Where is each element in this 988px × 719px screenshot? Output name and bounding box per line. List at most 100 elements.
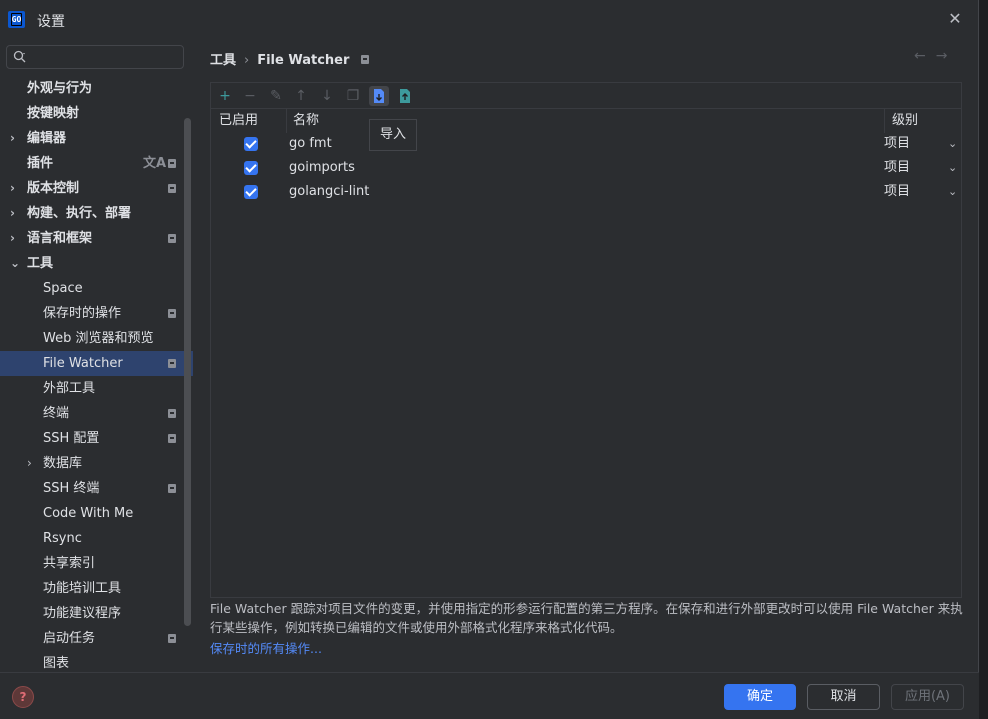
file-watcher-toolbar: + − ✎ ↑ ↓ ❐ (211, 83, 961, 108)
sidebar-item-label: 编辑器 (27, 131, 67, 146)
cancel-button[interactable]: 取消 (807, 684, 880, 710)
column-level[interactable]: 级别 (892, 109, 918, 133)
project-pin-icon (361, 55, 370, 64)
watcher-name: goimports (289, 160, 355, 175)
chevron-down-icon[interactable]: ⌄ (948, 132, 957, 156)
sidebar-item[interactable]: › 编辑器 (0, 126, 193, 151)
chevron-right-icon[interactable]: › (10, 201, 22, 226)
column-name[interactable]: 名称 (293, 109, 319, 133)
sidebar-item[interactable]: › 语言和框架 (0, 226, 193, 251)
back-arrow-icon[interactable]: ← (914, 48, 936, 64)
import-button[interactable] (369, 86, 389, 106)
sidebar-item[interactable]: SSH 配置 (0, 426, 193, 451)
sidebar-item-label: File Watcher (43, 356, 123, 371)
sidebar-item[interactable]: Web 浏览器和预览 (0, 326, 193, 351)
help-icon[interactable]: ? (12, 686, 34, 708)
breadcrumb-separator: › (244, 53, 250, 68)
sidebar-item-label: Code With Me (43, 506, 134, 521)
sidebar-item[interactable]: Code With Me (0, 501, 193, 526)
watcher-level[interactable]: 项目 (884, 180, 910, 204)
enabled-checkbox[interactable] (244, 137, 258, 151)
history-nav: ←→ (914, 48, 957, 64)
sidebar-item[interactable]: File Watcher (0, 351, 193, 376)
sidebar-item[interactable]: › 数据库 (0, 451, 193, 476)
sidebar-item[interactable]: 保存时的操作 (0, 301, 193, 326)
chevron-right-icon[interactable]: › (10, 126, 22, 151)
sidebar-item[interactable]: 共享索引 (0, 551, 193, 576)
search-input[interactable] (31, 48, 179, 66)
add-watcher-button[interactable]: + (215, 86, 235, 106)
sidebar-item[interactable]: SSH 终端 (0, 476, 193, 501)
close-button[interactable]: ✕ (945, 9, 965, 29)
breadcrumb-parent[interactable]: 工具 (210, 53, 236, 68)
sidebar-item[interactable]: 按键映射 (0, 101, 193, 126)
table-header: 已启用 名称 级别 (211, 108, 961, 133)
sidebar-item-label: 插件 (27, 156, 54, 171)
copy-icon: ❐ (346, 88, 360, 104)
project-pin-icon (168, 409, 176, 418)
column-enabled[interactable]: 已启用 (219, 109, 258, 133)
enabled-checkbox[interactable] (244, 161, 258, 175)
watcher-level[interactable]: 项目 (884, 132, 910, 156)
move-up-button[interactable]: ↑ (291, 86, 311, 106)
sidebar-item[interactable]: 功能建议程序 (0, 601, 193, 626)
sidebar-item[interactable]: 插件 文A (0, 151, 193, 176)
sidebar-item-label: 终端 (43, 406, 70, 421)
sidebar-item-label: 按键映射 (27, 106, 80, 121)
save-actions-link[interactable]: 保存时的所有操作... (210, 638, 322, 657)
edit-watcher-button[interactable]: ✎ (266, 86, 286, 106)
sidebar-item[interactable]: 功能培训工具 (0, 576, 193, 601)
sidebar-item-label: 功能建议程序 (43, 606, 122, 621)
dialog-title: 设置 (37, 14, 65, 30)
sidebar-item[interactable]: Rsync (0, 526, 193, 551)
export-button[interactable] (395, 86, 415, 106)
sidebar-item[interactable]: Space (0, 276, 193, 301)
column-divider[interactable] (884, 109, 885, 133)
sidebar-item[interactable]: › 构建、执行、部署 (0, 201, 193, 226)
sidebar-scrollbar[interactable] (184, 118, 191, 626)
sidebar-item-label: 外观与行为 (27, 81, 93, 96)
chevron-down-icon[interactable]: ⌄ (10, 251, 22, 276)
project-pin-icon (168, 309, 176, 318)
forward-arrow-icon[interactable]: → (936, 48, 958, 64)
apply-button[interactable]: 应用(A) (891, 684, 964, 710)
watcher-name: golangci-lint (289, 184, 370, 199)
move-down-button[interactable]: ↓ (317, 86, 337, 106)
project-pin-icon (168, 234, 176, 243)
watcher-name: go fmt (289, 136, 332, 151)
project-pin-icon (168, 359, 176, 368)
sidebar-item[interactable]: 外观与行为 (0, 76, 193, 101)
file-watcher-description: File Watcher 跟踪对项目文件的变更，并使用指定的形参运行配置的第三方… (210, 601, 963, 635)
watcher-level[interactable]: 项目 (884, 156, 910, 180)
sidebar-item[interactable]: 外部工具 (0, 376, 193, 401)
chevron-right-icon[interactable]: › (27, 451, 39, 476)
sidebar-item-label: Web 浏览器和预览 (43, 331, 154, 346)
chevron-down-icon[interactable]: ⌄ (948, 156, 957, 180)
remove-watcher-button[interactable]: − (240, 86, 260, 106)
sidebar-item[interactable]: 终端 (0, 401, 193, 426)
sidebar-item-label: 构建、执行、部署 (27, 206, 132, 221)
settings-search[interactable] (6, 45, 184, 69)
project-pin-icon (168, 159, 176, 168)
sidebar-item-label: Space (43, 281, 83, 296)
sidebar-item-label: 数据库 (43, 456, 83, 471)
column-divider[interactable] (286, 109, 287, 133)
sidebar-item[interactable]: ⌄ 工具 (0, 251, 193, 276)
sidebar-item[interactable]: › 版本控制 (0, 176, 193, 201)
arrow-up-icon: ↑ (295, 88, 307, 104)
ok-button[interactable]: 确定 (724, 684, 796, 710)
settings-content: 工具 › File Watcher ←→ + − ✎ ↑ ↓ ❐ 已启用 名称 … (196, 40, 979, 672)
table-row[interactable]: golangci-lint 项目 ⌄ (211, 180, 961, 204)
chevron-right-icon[interactable]: › (10, 176, 22, 201)
import-tooltip: 导入 (369, 119, 417, 151)
chevron-down-icon[interactable]: ⌄ (948, 180, 957, 204)
sidebar-item[interactable]: 启动任务 (0, 626, 193, 651)
chevron-right-icon[interactable]: › (10, 226, 22, 251)
enabled-checkbox[interactable] (244, 185, 258, 199)
copy-watcher-button[interactable]: ❐ (343, 86, 363, 106)
title-bar: GO 设置 ✕ (0, 0, 979, 40)
goland-logo-icon: GO (8, 11, 25, 28)
settings-sidebar: 外观与行为 按键映射 › 编辑器 插件 文A › 版本控制 › 构建、执行、部署 › 语言和框架 ⌄ 工具… (0, 40, 196, 672)
table-row[interactable]: go fmt 项目 ⌄ (211, 132, 961, 156)
table-row[interactable]: goimports 项目 ⌄ (211, 156, 961, 180)
